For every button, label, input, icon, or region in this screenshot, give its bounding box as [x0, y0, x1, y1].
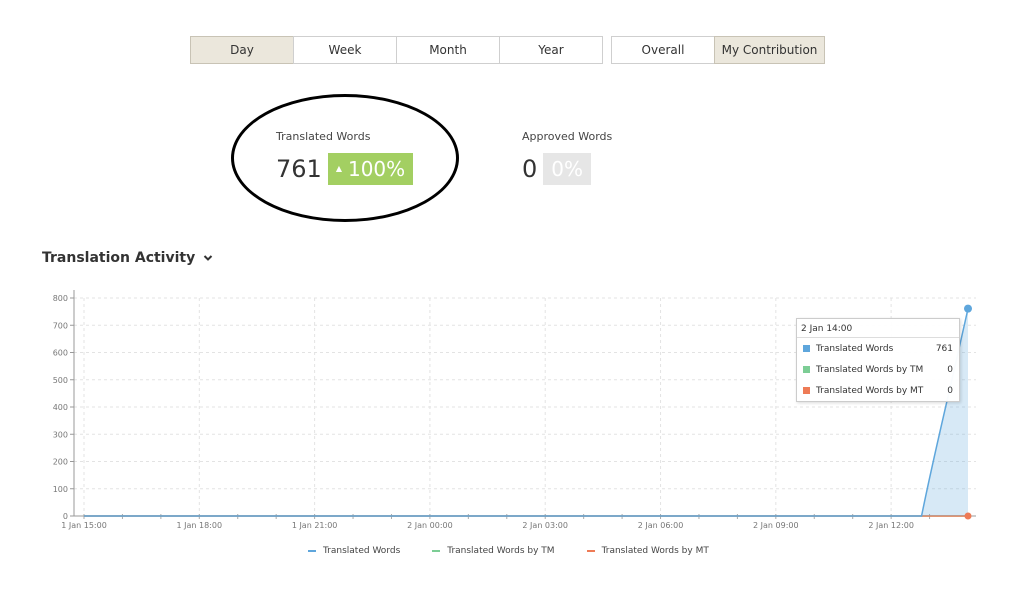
legend-line-translated — [308, 550, 316, 552]
translated-words-stat: Translated Words 761 ▲ 100% — [276, 130, 414, 185]
tooltip-row-name: Translated Words by TM — [816, 364, 924, 375]
tooltip-title: 2 Jan 14:00 — [797, 319, 959, 338]
tooltip-swatch-mt — [803, 387, 810, 394]
tooltip-swatch-tm — [803, 366, 810, 373]
y-tick-label: 100 — [53, 485, 68, 494]
triangle-up-icon: ▲ — [335, 163, 342, 173]
tooltip-row-name: Translated Words — [816, 343, 894, 354]
chart-legend: Translated Words Translated Words by TM … — [308, 546, 741, 556]
legend-label: Translated Words — [323, 546, 401, 556]
translated-words-row: 761 ▲ 100% — [276, 153, 414, 185]
period-toggle-group: Day Week Month Year — [190, 36, 603, 64]
approved-words-row: 0 0% — [522, 153, 612, 185]
scope-toggle-group: Overall My Contribution — [611, 36, 825, 64]
translation-activity-title: Translation Activity — [42, 250, 196, 266]
tooltip-row-value: 0 — [947, 385, 953, 396]
translated-words-value: 761 — [276, 155, 322, 183]
x-tick-label: 2 Jan 09:00 — [753, 521, 799, 530]
x-tick-label: 1 Jan 15:00 — [61, 521, 107, 530]
y-tick-label: 800 — [53, 294, 68, 303]
x-tick-label: 2 Jan 00:00 — [407, 521, 453, 530]
y-tick-label: 300 — [53, 430, 68, 439]
chevron-down-icon — [204, 255, 213, 261]
translated-words-label: Translated Words — [276, 130, 371, 143]
x-tick-label: 1 Jan 21:00 — [292, 521, 338, 530]
period-tab-month[interactable]: Month — [396, 36, 500, 64]
y-tick-label: 600 — [53, 349, 68, 358]
tooltip-swatch-translated — [803, 345, 810, 352]
y-tick-label: 700 — [53, 321, 68, 330]
y-tick-label: 500 — [53, 376, 68, 385]
x-tick-label: 2 Jan 06:00 — [638, 521, 684, 530]
translated-words-change-badge: ▲ 100% — [327, 153, 414, 185]
report-page: Day Week Month Year Overall My Contribut… — [0, 0, 1033, 599]
approved-words-value: 0 — [522, 155, 538, 183]
translated-words-change: 100% — [347, 157, 406, 181]
tooltip-row-name: Translated Words by MT — [816, 385, 924, 396]
x-tick-label: 2 Jan 12:00 — [868, 521, 914, 530]
legend-label: Translated Words by MT — [601, 546, 709, 556]
y-tick-label: 400 — [53, 403, 68, 412]
approved-words-label: Approved Words — [522, 130, 613, 143]
scope-tab-my-contribution[interactable]: My Contribution — [714, 36, 825, 64]
point-translated — [964, 304, 972, 313]
tooltip-row: Translated Words 761 — [797, 338, 959, 359]
period-tab-year[interactable]: Year — [499, 36, 603, 64]
tooltip-row: Translated Words by TM 0 — [797, 359, 959, 380]
approved-words-stat: Approved Words 0 0% — [522, 130, 612, 185]
y-tick-label: 200 — [53, 458, 68, 467]
translation-activity-dropdown[interactable]: Translation Activity — [42, 250, 213, 266]
approved-words-change: 0% — [543, 153, 592, 185]
legend-item-mt[interactable]: Translated Words by MT — [586, 546, 709, 556]
point-mt — [964, 512, 972, 520]
y-tick-label: 0 — [63, 512, 68, 521]
legend-item-translated[interactable]: Translated Words — [308, 546, 400, 556]
tooltip-row: Translated Words by MT 0 — [797, 380, 959, 401]
legend-item-tm[interactable]: Translated Words by TM — [432, 546, 555, 556]
x-tick-label: 2 Jan 03:00 — [522, 521, 568, 530]
tooltip-row-value: 761 — [935, 343, 953, 354]
legend-line-mt — [586, 550, 595, 552]
x-tick-label: 1 Jan 18:00 — [177, 521, 223, 530]
chart-tooltip: 2 Jan 14:00 Translated Words 761 Transla… — [796, 318, 960, 402]
period-tab-day[interactable]: Day — [190, 36, 294, 64]
period-tab-week[interactable]: Week — [293, 36, 397, 64]
legend-line-tm — [432, 550, 441, 552]
scope-tab-overall[interactable]: Overall — [611, 36, 715, 64]
tooltip-row-value: 0 — [947, 364, 953, 375]
legend-label: Translated Words by TM — [447, 546, 555, 556]
